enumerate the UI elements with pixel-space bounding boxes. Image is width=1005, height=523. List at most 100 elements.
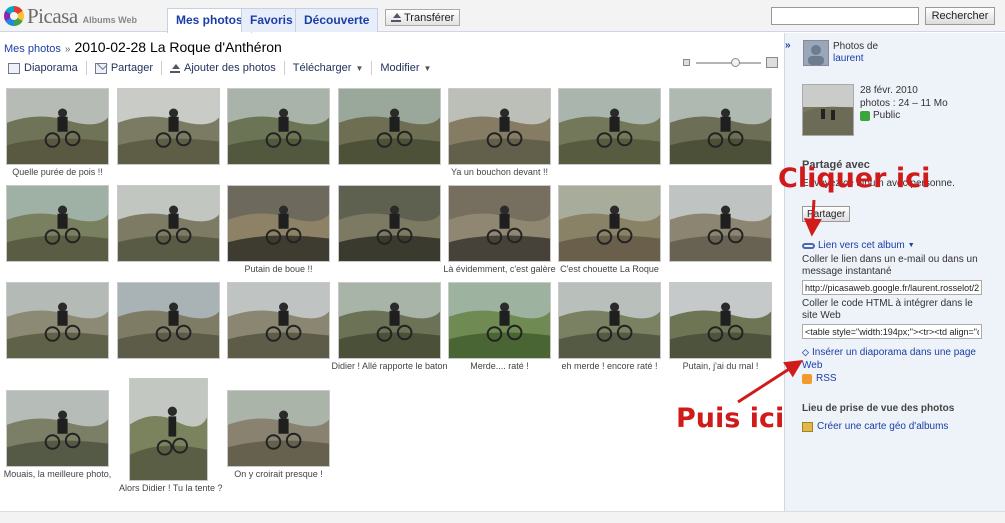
upload-icon — [391, 12, 401, 23]
location-heading: Lieu de prise de vue des photos — [802, 403, 955, 414]
photo-caption: Là évidemment, c'est galère — [443, 264, 556, 274]
upload-button[interactable]: Transférer — [385, 9, 461, 26]
photo-thumbnail[interactable] — [6, 390, 109, 467]
photo-thumbnail[interactable] — [227, 88, 330, 165]
rss-link[interactable]: RSS — [802, 373, 837, 384]
download-menu[interactable]: Télécharger ▼ — [283, 61, 372, 75]
photo-thumbnail[interactable] — [669, 88, 772, 165]
tab-mes-photos[interactable]: Mes photos — [167, 8, 252, 33]
picasa-logo[interactable]: Picasa Albums Web — [4, 4, 137, 28]
photo-thumbnail[interactable] — [6, 282, 109, 359]
edit-label: Modifier — [380, 62, 420, 74]
photo-thumbnail[interactable] — [558, 185, 661, 262]
create-map-label: Créer une carte géo d'albums — [817, 421, 949, 432]
photo-thumbnail[interactable] — [448, 88, 551, 165]
photo-thumbnail[interactable] — [669, 185, 772, 262]
photo-thumbnail[interactable] — [558, 282, 661, 359]
chevron-down-icon: ▼ — [907, 242, 915, 249]
album-toolbar: Diaporama Partager Ajouter des photos Té… — [4, 60, 439, 76]
upload-icon — [170, 63, 181, 74]
album-link-label: Lien vers cet album — [818, 240, 905, 251]
photo-thumbnail[interactable] — [558, 88, 661, 165]
breadcrumb-my-photos[interactable]: Mes photos — [4, 43, 61, 55]
top-bar: Picasa Albums Web Mes photos Favoris Déc… — [0, 0, 1005, 33]
photo-thumbnail[interactable] — [448, 282, 551, 359]
photo-caption: On y croirait presque ! — [234, 469, 323, 479]
embed-html-field[interactable] — [802, 324, 982, 339]
photo-caption: Putain, j'ai du mal ! — [682, 361, 759, 371]
chevron-down-icon: ▼ — [355, 63, 364, 73]
album-date: 28 févr. 2010 — [860, 85, 918, 96]
photo-thumbnail[interactable] — [117, 88, 220, 165]
photo-caption: Merde.... raté ! — [470, 361, 529, 371]
tab-decouverte[interactable]: Découverte — [295, 8, 379, 32]
photo-thumbnail[interactable] — [338, 88, 441, 165]
paste-link-instructions: Coller le lien dans un e-mail ou dans un… — [802, 254, 978, 277]
photo-caption: Ya un bouchon devant !! — [451, 167, 548, 177]
photo-thumbnail[interactable] — [117, 185, 220, 262]
slideshow-icon — [8, 62, 20, 74]
thumbnail-size-slider[interactable] — [683, 57, 778, 69]
photo-caption: Alors Didier ! Tu la tente ? — [119, 483, 223, 493]
upload-label: Transférer — [404, 11, 455, 24]
share-album-button[interactable]: Partager — [802, 206, 851, 222]
breadcrumb-separator: » — [64, 44, 71, 55]
share-toolbar-button[interactable]: Partager — [85, 61, 161, 75]
slideshow-button[interactable]: Diaporama — [4, 61, 86, 75]
photo-thumbnail[interactable] — [6, 88, 109, 165]
collapse-sidebar-icon[interactable]: » — [785, 40, 797, 54]
photo-caption: Putain de boue !! — [244, 264, 313, 274]
photo-thumbnail[interactable] — [227, 282, 330, 359]
photo-thumbnail[interactable] — [227, 390, 330, 467]
album-link-field[interactable] — [802, 280, 982, 295]
annotation-click-here: Cliquer ici — [778, 163, 931, 194]
visibility-status: Public — [860, 110, 900, 121]
owner-label: Photos de — [833, 41, 879, 52]
edit-menu[interactable]: Modifier ▼ — [371, 61, 439, 75]
brand-name: Picasa — [27, 3, 78, 28]
photo-thumbnail[interactable] — [129, 378, 208, 481]
annotation-then-here: Puis ici — [676, 403, 785, 434]
add-photos-button[interactable]: Ajouter des photos — [161, 61, 284, 75]
photo-thumbnail[interactable] — [6, 185, 109, 262]
photo-thumbnail[interactable] — [227, 185, 330, 262]
breadcrumb: Mes photos » 2010-02-28 La Roque d'Anthé… — [4, 39, 282, 55]
slider-track — [696, 62, 761, 64]
embed-slideshow-label: Insérer un diaporama dans une page Web — [802, 347, 976, 371]
visibility-label: Public — [873, 110, 901, 121]
rss-label: RSS — [816, 373, 837, 384]
photo-thumbnail[interactable] — [448, 185, 551, 262]
owner-avatar[interactable] — [803, 40, 829, 66]
album-photo-count: photos : 24 – 11 Mo — [860, 98, 948, 109]
search-button[interactable]: Rechercher — [925, 7, 995, 25]
picasa-pinwheel-icon — [4, 6, 24, 26]
search-input[interactable] — [771, 7, 919, 25]
share-label: Partager — [110, 62, 154, 74]
add-photos-label: Ajouter des photos — [184, 62, 276, 74]
slider-knob[interactable] — [731, 58, 741, 67]
album-link-toggle[interactable]: Lien vers cet album ▼ — [802, 240, 915, 251]
photo-thumbnail[interactable] — [338, 185, 441, 262]
album-title: 2010-02-28 La Roque d'Anthéron — [74, 39, 282, 55]
photo-caption: Didier ! Allé rapporte le baton — [331, 361, 448, 371]
photo-thumbnail[interactable] — [117, 282, 220, 359]
photo-thumbnail[interactable] — [669, 282, 772, 359]
large-thumbnail-icon — [766, 57, 778, 68]
photo-caption: Quelle purée de pois !! — [12, 167, 103, 177]
owner-name-link[interactable]: laurent — [833, 53, 864, 64]
chevron-down-icon: ▼ — [423, 63, 432, 73]
brand-subtitle: Albums Web — [82, 15, 137, 25]
photo-caption: C'est chouette La Roque — [560, 264, 659, 274]
photo-thumbnail[interactable] — [338, 282, 441, 359]
rss-icon — [802, 373, 812, 384]
embed-slideshow-link[interactable]: ◇ Insérer un diaporama dans une page Web — [802, 346, 987, 372]
small-thumbnail-icon — [683, 59, 690, 66]
create-map-link[interactable]: Créer une carte géo d'albums — [802, 421, 948, 432]
page-bottom-strip — [0, 511, 1005, 523]
envelope-icon — [94, 62, 107, 74]
photo-caption: eh merde ! encore raté ! — [561, 361, 658, 371]
public-globe-icon — [860, 110, 870, 121]
link-chain-icon — [802, 242, 815, 249]
tab-favoris[interactable]: Favoris — [241, 8, 302, 32]
album-cover-thumbnail[interactable] — [802, 84, 854, 136]
